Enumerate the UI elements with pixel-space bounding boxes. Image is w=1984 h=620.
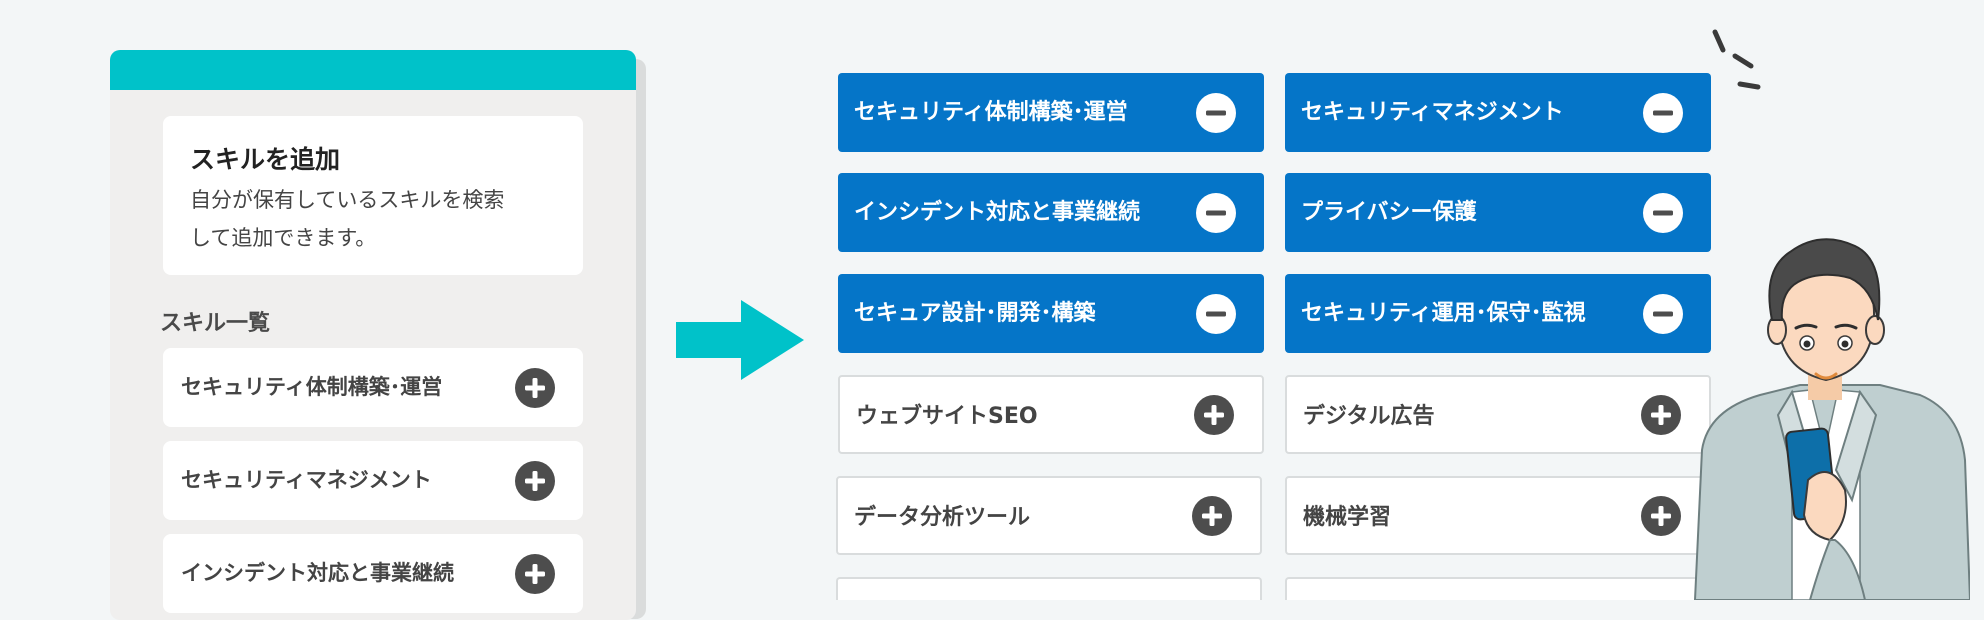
- available-skill-label: データ分析ツール: [854, 505, 1031, 530]
- plus-circle-icon[interactable]: [1641, 496, 1681, 536]
- skill-list-item[interactable]: セキュリティ体制構築･運営: [163, 348, 583, 427]
- selected-skill-label: インシデント対応と事業継続: [854, 200, 1141, 225]
- add-skill-description: 自分が保有しているスキルを検索 して追加できます。: [190, 181, 560, 257]
- available-skill-chip[interactable]: [1285, 577, 1711, 600]
- available-skill-chip[interactable]: [836, 577, 1262, 600]
- selected-skill-label: プライバシー保護: [1301, 200, 1477, 225]
- skill-list-item-label: インシデント対応と事業継続: [181, 561, 454, 585]
- minus-circle-icon[interactable]: [1643, 93, 1683, 133]
- add-skill-panel: スキルを追加 自分が保有しているスキルを検索 して追加できます。 スキル一覧 セ…: [110, 50, 636, 620]
- selected-skill-chip[interactable]: プライバシー保護: [1285, 173, 1711, 252]
- plus-circle-icon[interactable]: [1194, 395, 1234, 435]
- selected-skill-chip[interactable]: セキュリティ運用･保守･監視: [1285, 274, 1711, 353]
- selected-skill-label: セキュリティ運用･保守･監視: [1301, 301, 1586, 326]
- minus-circle-icon[interactable]: [1643, 294, 1683, 334]
- plus-circle-icon[interactable]: [515, 368, 555, 408]
- minus-circle-icon[interactable]: [1196, 294, 1236, 334]
- available-skill-chip[interactable]: ウェブサイトSEO: [838, 375, 1264, 454]
- selected-skill-chip[interactable]: セキュア設計･開発･構築: [838, 274, 1264, 353]
- minus-circle-icon[interactable]: [1196, 193, 1236, 233]
- skill-list-item-label: セキュリティ体制構築･運営: [181, 375, 443, 399]
- skill-list-item[interactable]: インシデント対応と事業継続: [163, 534, 583, 613]
- add-skill-info-card: スキルを追加 自分が保有しているスキルを検索 して追加できます。: [163, 116, 583, 275]
- selected-skill-label: セキュリティ体制構築･運営: [854, 100, 1128, 125]
- sparkle-icon: [1712, 29, 1761, 90]
- person-illustration: [1693, 29, 1970, 600]
- skill-list-heading: スキル一覧: [160, 311, 271, 336]
- available-skill-chip[interactable]: デジタル広告: [1285, 375, 1711, 454]
- minus-circle-icon[interactable]: [1643, 193, 1683, 233]
- description-line-2: して追加できます。: [190, 226, 377, 250]
- available-skill-chip[interactable]: データ分析ツール: [836, 476, 1262, 555]
- selected-skill-chip[interactable]: セキュリティ体制構築･運営: [838, 73, 1264, 152]
- available-skill-label: 機械学習: [1303, 505, 1392, 530]
- plus-circle-icon[interactable]: [1192, 496, 1232, 536]
- minus-circle-icon[interactable]: [1196, 93, 1236, 133]
- selected-skill-label: セキュア設計･開発･構築: [854, 301, 1096, 326]
- right-arrow-icon: [676, 300, 804, 380]
- available-skill-label: ウェブサイトSEO: [856, 404, 1038, 429]
- skill-list-item-label: セキュリティマネジメント: [181, 468, 432, 492]
- selected-skill-chip[interactable]: インシデント対応と事業継続: [838, 173, 1264, 252]
- plus-circle-icon[interactable]: [515, 461, 555, 501]
- available-skill-chip[interactable]: 機械学習: [1285, 476, 1711, 555]
- add-skill-title: スキルを追加: [190, 145, 341, 174]
- selected-skill-label: セキュリティマネジメント: [1301, 100, 1564, 125]
- plus-circle-icon[interactable]: [1641, 395, 1681, 435]
- available-skill-label: デジタル広告: [1303, 404, 1435, 429]
- skill-list-item[interactable]: セキュリティマネジメント: [163, 441, 583, 520]
- plus-circle-icon[interactable]: [515, 554, 555, 594]
- selected-skill-chip[interactable]: セキュリティマネジメント: [1285, 73, 1711, 152]
- panel-header-bar: [110, 50, 636, 90]
- description-line-1: 自分が保有しているスキルを検索: [190, 188, 505, 212]
